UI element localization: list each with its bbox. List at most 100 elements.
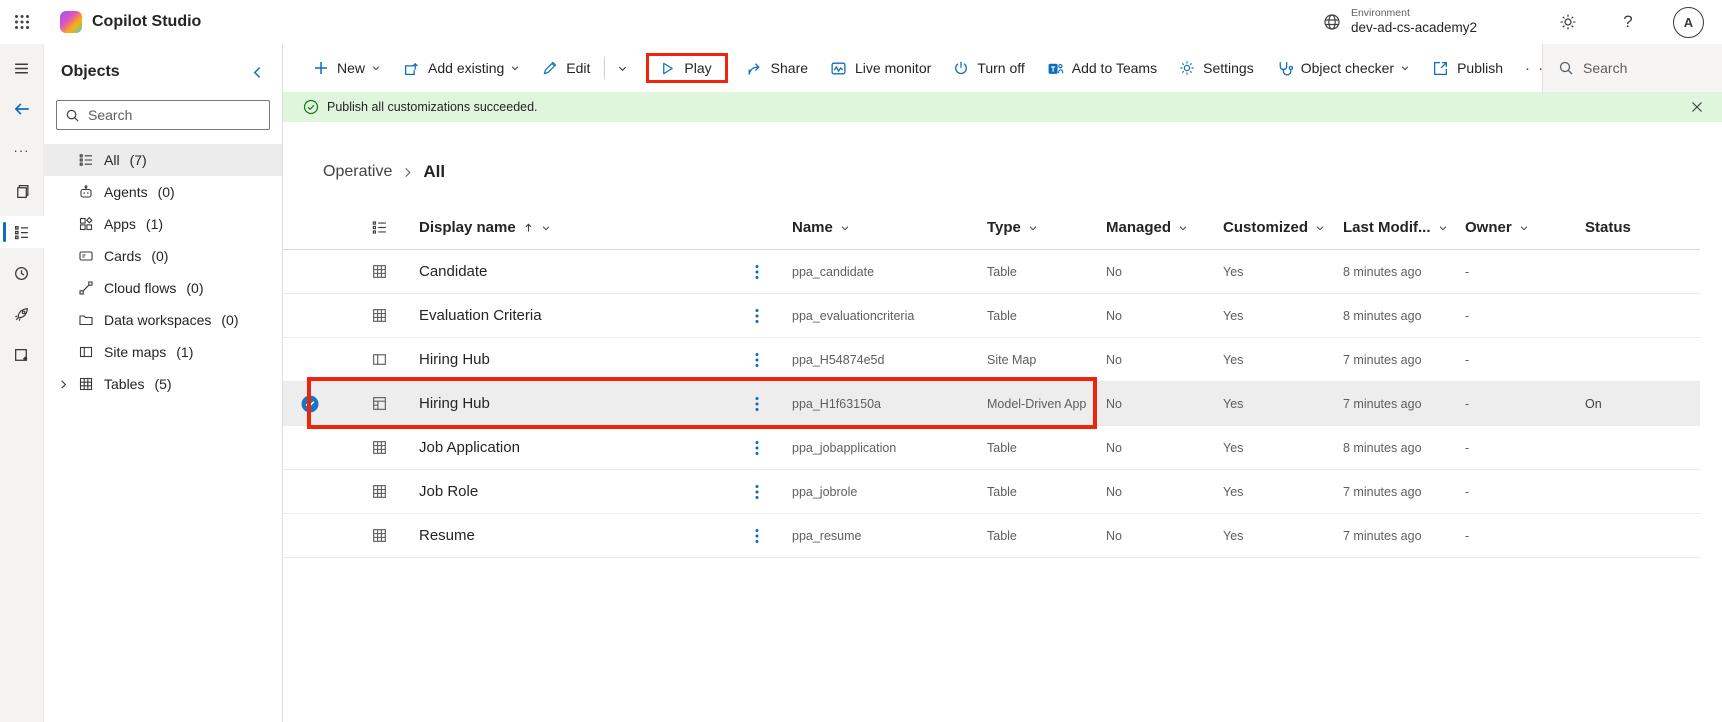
new-button[interactable]: New: [313, 60, 381, 76]
environment-picker[interactable]: Environment dev-ad-cs-academy2: [1322, 7, 1477, 37]
collapse-panel-icon[interactable]: [246, 61, 268, 83]
play-button[interactable]: Play: [660, 60, 711, 76]
table-row-selected[interactable]: Hiring Hub ppa_H1f63150a Model-Driven Ap…: [283, 382, 1700, 426]
environment-label: Environment: [1351, 7, 1477, 20]
pages-icon[interactable]: [4, 175, 40, 207]
rail-more-icon[interactable]: ···: [4, 134, 40, 166]
column-header-name[interactable]: Name: [775, 219, 987, 236]
turn-off-button[interactable]: Turn off: [953, 60, 1024, 76]
settings-gear-icon[interactable]: [1553, 7, 1583, 37]
solutions-icon[interactable]: [4, 339, 40, 371]
folder-icon: [78, 312, 94, 328]
chevron-down-icon: [617, 63, 628, 74]
objects-tree-icon[interactable]: [0, 216, 44, 248]
breadcrumb: Operative All: [323, 158, 1722, 186]
pencil-icon: [542, 60, 558, 76]
row-commands-button[interactable]: [739, 308, 775, 324]
row-commands-button[interactable]: [739, 440, 775, 456]
tree-item-apps[interactable]: Apps (1): [44, 208, 282, 240]
help-icon[interactable]: ?: [1613, 7, 1643, 37]
tree-item-cards[interactable]: Cards (0): [44, 240, 282, 272]
history-icon[interactable]: [4, 257, 40, 289]
teams-icon: [1047, 60, 1064, 77]
objects-panel-title: Objects: [61, 63, 120, 81]
publish-button[interactable]: Publish: [1432, 60, 1503, 77]
row-selected-check-icon[interactable]: [283, 395, 371, 413]
tree-item-tables[interactable]: Tables (5): [44, 368, 282, 400]
row-commands-button[interactable]: [739, 352, 775, 368]
object-checker-button[interactable]: Object checker: [1276, 60, 1410, 77]
back-arrow-icon[interactable]: [4, 93, 40, 125]
cloud-flow-icon: [78, 280, 94, 296]
table-header: Display name Name Type: [283, 206, 1700, 250]
share-button[interactable]: Share: [746, 60, 808, 77]
avatar[interactable]: A: [1673, 7, 1704, 38]
publish-icon: [1432, 60, 1449, 77]
objects-panel: Objects All (7): [44, 44, 283, 722]
objects-search-box[interactable]: [56, 100, 270, 130]
environment-icon: [1322, 12, 1342, 32]
agent-bot-icon: [78, 184, 94, 200]
table-row[interactable]: Evaluation Criteria ppa_evaluationcriter…: [283, 294, 1700, 338]
app-title: Copilot Studio: [92, 13, 201, 31]
column-header-last-modified[interactable]: Last Modif...: [1343, 219, 1465, 236]
tree-item-all[interactable]: All (7): [44, 144, 282, 176]
edit-dropdown-button[interactable]: [619, 63, 628, 74]
model-driven-app-icon: [371, 395, 419, 412]
table-row[interactable]: Job Role ppa_jobrole Table No Yes 7 minu…: [283, 470, 1700, 514]
row-commands-button[interactable]: [739, 396, 775, 412]
all-list-icon: [78, 152, 94, 168]
chevron-down-icon: [1178, 223, 1188, 233]
chevron-right-icon[interactable]: [55, 379, 71, 390]
copilot-studio-logo-icon: [60, 11, 82, 33]
edit-button[interactable]: Edit: [542, 60, 590, 76]
tree-item-data-workspaces[interactable]: Data workspaces (0): [44, 304, 282, 336]
hamburger-menu-icon[interactable]: [4, 52, 40, 84]
table-row[interactable]: Candidate ppa_candidate Table No Yes 8 m…: [283, 250, 1700, 294]
row-commands-button[interactable]: [739, 264, 775, 280]
settings-button[interactable]: Settings: [1179, 60, 1254, 76]
app-launcher-icon[interactable]: [0, 0, 44, 44]
live-monitor-icon: [830, 60, 847, 77]
column-header-customized[interactable]: Customized: [1223, 219, 1343, 236]
column-header-type[interactable]: Type: [987, 219, 1106, 236]
rocket-icon[interactable]: [4, 298, 40, 330]
row-commands-button[interactable]: [739, 484, 775, 500]
main-search-input[interactable]: [1583, 60, 1703, 76]
status-badge: On: [1585, 397, 1700, 411]
play-icon: [660, 61, 675, 76]
row-commands-button[interactable]: [739, 528, 775, 544]
apps-icon: [78, 216, 94, 232]
search-icon: [65, 108, 80, 123]
close-icon[interactable]: [1686, 96, 1708, 118]
breadcrumb-parent[interactable]: Operative: [323, 163, 392, 181]
table-icon: [371, 439, 419, 456]
tree-item-site-maps[interactable]: Site maps (1): [44, 336, 282, 368]
sitemap-icon: [78, 344, 94, 360]
table-row[interactable]: Resume ppa_resume Table No Yes 7 minutes…: [283, 514, 1700, 558]
table-row[interactable]: Job Application ppa_jobapplication Table…: [283, 426, 1700, 470]
live-monitor-button[interactable]: Live monitor: [830, 60, 931, 77]
annotation-box-play: Play: [646, 53, 727, 83]
card-icon: [78, 248, 94, 264]
table-row[interactable]: Hiring Hub ppa_H54874e5d Site Map No Yes…: [283, 338, 1700, 382]
left-nav-rail: ···: [0, 44, 44, 722]
add-to-teams-button[interactable]: Add to Teams: [1047, 60, 1157, 77]
table-icon: [78, 376, 94, 392]
chevron-down-icon: [1028, 223, 1038, 233]
brand[interactable]: Copilot Studio: [60, 11, 201, 33]
command-bar: New Add existing: [283, 44, 1722, 92]
tree-item-agents[interactable]: Agents (0): [44, 176, 282, 208]
add-existing-button[interactable]: Add existing: [403, 60, 520, 77]
share-icon: [746, 60, 763, 77]
chevron-right-icon: [402, 167, 413, 178]
chevron-down-icon: [541, 223, 551, 233]
column-header-owner[interactable]: Owner: [1465, 219, 1585, 236]
tree-item-cloud-flows[interactable]: Cloud flows (0): [44, 272, 282, 304]
list-layout-icon[interactable]: [371, 219, 419, 236]
column-header-display-name[interactable]: Display name: [419, 219, 739, 236]
chevron-down-icon: [1438, 223, 1448, 233]
column-header-managed[interactable]: Managed: [1106, 219, 1223, 236]
main-search-box[interactable]: [1542, 44, 1722, 92]
objects-search-input[interactable]: [88, 107, 261, 123]
